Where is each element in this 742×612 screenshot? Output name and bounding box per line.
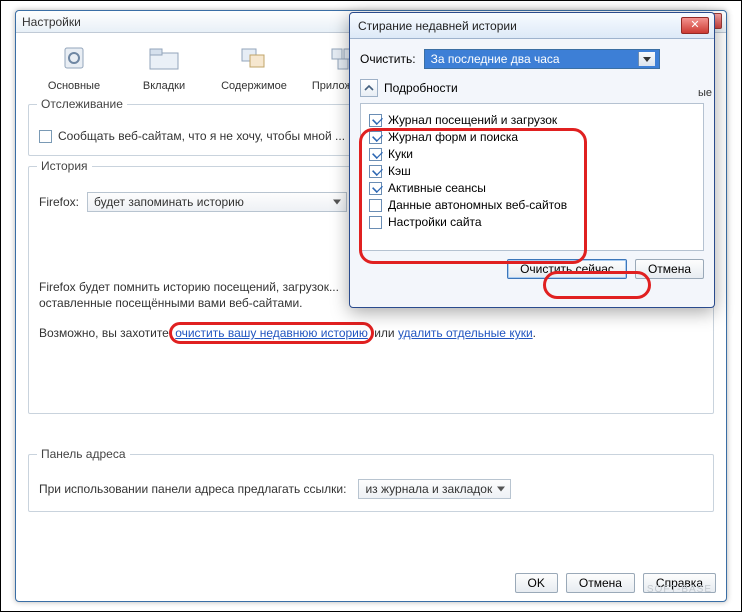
close-icon[interactable]: ✕ — [681, 17, 709, 34]
item-label: Данные автономных веб-сайтов — [388, 198, 567, 212]
tabs-icon — [146, 43, 182, 73]
details-label: Подробности — [384, 81, 458, 95]
clear-recent-history-link[interactable]: очистить вашу недавнюю историю — [172, 325, 371, 341]
item-label: Кэш — [388, 164, 411, 178]
details-toggle[interactable] — [360, 79, 378, 97]
tab-tabs[interactable]: Вкладки — [128, 43, 200, 92]
firefox-label: Firefox: — [39, 195, 79, 209]
item-label: Активные сеансы — [388, 181, 486, 195]
chk-visits-downloads[interactable] — [369, 114, 382, 127]
item-label: Куки — [388, 147, 413, 161]
chk-active-sessions[interactable] — [369, 182, 382, 195]
time-range-select[interactable]: За последние два часа — [424, 49, 660, 69]
clear-history-dialog: Стирание недавней истории ✕ Очистить: За… — [349, 12, 715, 308]
item-label: Настройки сайта — [388, 215, 482, 229]
settings-title: Настройки — [22, 15, 81, 29]
chk-cookies[interactable] — [369, 148, 382, 161]
group-legend: Отслеживание — [37, 97, 127, 111]
do-not-track-checkbox[interactable] — [39, 130, 52, 143]
watermark: SOFT-BASE — [647, 584, 712, 595]
chk-offline-data[interactable] — [369, 199, 382, 212]
chk-site-settings[interactable] — [369, 216, 382, 229]
item-label: Журнал форм и поиска — [388, 130, 518, 144]
address-suggest-select[interactable]: из журнала и закладок — [358, 479, 511, 499]
clear-now-button[interactable]: Очистить сейчас — [507, 259, 627, 279]
item-label: Журнал посещений и загрузок — [388, 113, 557, 127]
do-not-track-label: Сообщать веб-сайтам, что я не хочу, чтоб… — [58, 129, 345, 143]
address-label: При использовании панели адреса предлага… — [39, 482, 346, 496]
chk-cache[interactable] — [369, 165, 382, 178]
or-text: или — [371, 326, 398, 340]
dialog-titlebar[interactable]: Стирание недавней истории ✕ — [350, 13, 714, 39]
dialog-title: Стирание недавней истории — [358, 19, 517, 33]
maybe-text: Возможно, вы захотите — [39, 326, 172, 340]
toolbar-extra-text: ые — [698, 87, 712, 99]
details-list: Журнал посещений и загрузок Журнал форм … — [360, 103, 704, 251]
group-legend: История — [37, 159, 92, 173]
chk-forms-search[interactable] — [369, 131, 382, 144]
tab-content[interactable]: Содержимое — [218, 43, 290, 92]
tab-label: Основные — [38, 80, 110, 92]
tab-general[interactable]: Основные — [38, 43, 110, 92]
cancel-button[interactable]: Отмена — [566, 573, 635, 593]
delete-cookies-link[interactable]: удалить отдельные куки — [398, 326, 533, 340]
chevron-up-icon — [364, 83, 374, 93]
history-mode-select[interactable]: будет запоминать историю — [87, 192, 347, 212]
group-legend: Панель адреса — [37, 447, 130, 461]
period: . — [533, 326, 536, 340]
dialog-cancel-button[interactable]: Отмена — [635, 259, 704, 279]
tab-label: Содержимое — [218, 80, 290, 92]
gear-icon — [56, 43, 92, 73]
tab-label: Вкладки — [128, 80, 200, 92]
group-address-panel: Панель адреса При использовании панели а… — [28, 454, 714, 512]
content-icon — [236, 43, 272, 73]
clear-label: Очистить: — [360, 52, 416, 66]
ok-button[interactable]: OK — [515, 573, 558, 593]
